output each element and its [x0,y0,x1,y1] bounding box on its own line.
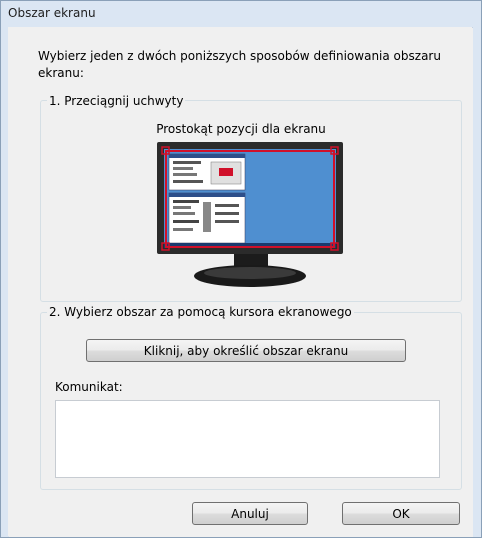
monitor-neck [234,252,268,266]
window-title: Obszar ekranu [8,6,96,20]
section2-legend: 2. Wybierz obszar za pomocą kursora ekra… [47,305,354,319]
message-label: Komunikat: [55,380,123,394]
cancel-button[interactable]: Anuluj [192,502,308,525]
preview-caption: Prostokąt pozycji dla ekranu [156,122,326,136]
desktop-bar [203,202,211,232]
desktop-window-bottom-titlebar [169,193,245,197]
monitor-preview[interactable] [157,140,343,290]
desktop-line [173,228,193,231]
desktop-line [173,200,199,203]
desktop-line [173,173,197,176]
section1-legend: 1. Przeciągnij uchwyty [47,94,186,108]
desktop-line [215,220,239,223]
desktop-line [173,180,203,183]
ok-button[interactable]: OK [342,502,460,525]
desktop-line [215,204,239,207]
title-bar: Obszar ekranu [1,1,481,28]
monitor-base-highlight [204,267,296,279]
instructions-text: Wybierz jeden z dwóch poniższych sposobó… [38,49,441,80]
message-box[interactable] [55,400,440,478]
desktop-line [173,161,201,164]
desktop-line [215,212,239,215]
desktop-red-button [219,168,233,176]
define-screen-area-button[interactable]: Kliknij, aby określić obszar ekranu [86,339,406,362]
desktop-line [173,212,195,215]
desktop-line [173,220,199,223]
desktop-line [173,206,191,209]
desktop-line [173,167,193,170]
desktop-window-top-titlebar [169,154,245,158]
window-frame-right [473,27,481,537]
